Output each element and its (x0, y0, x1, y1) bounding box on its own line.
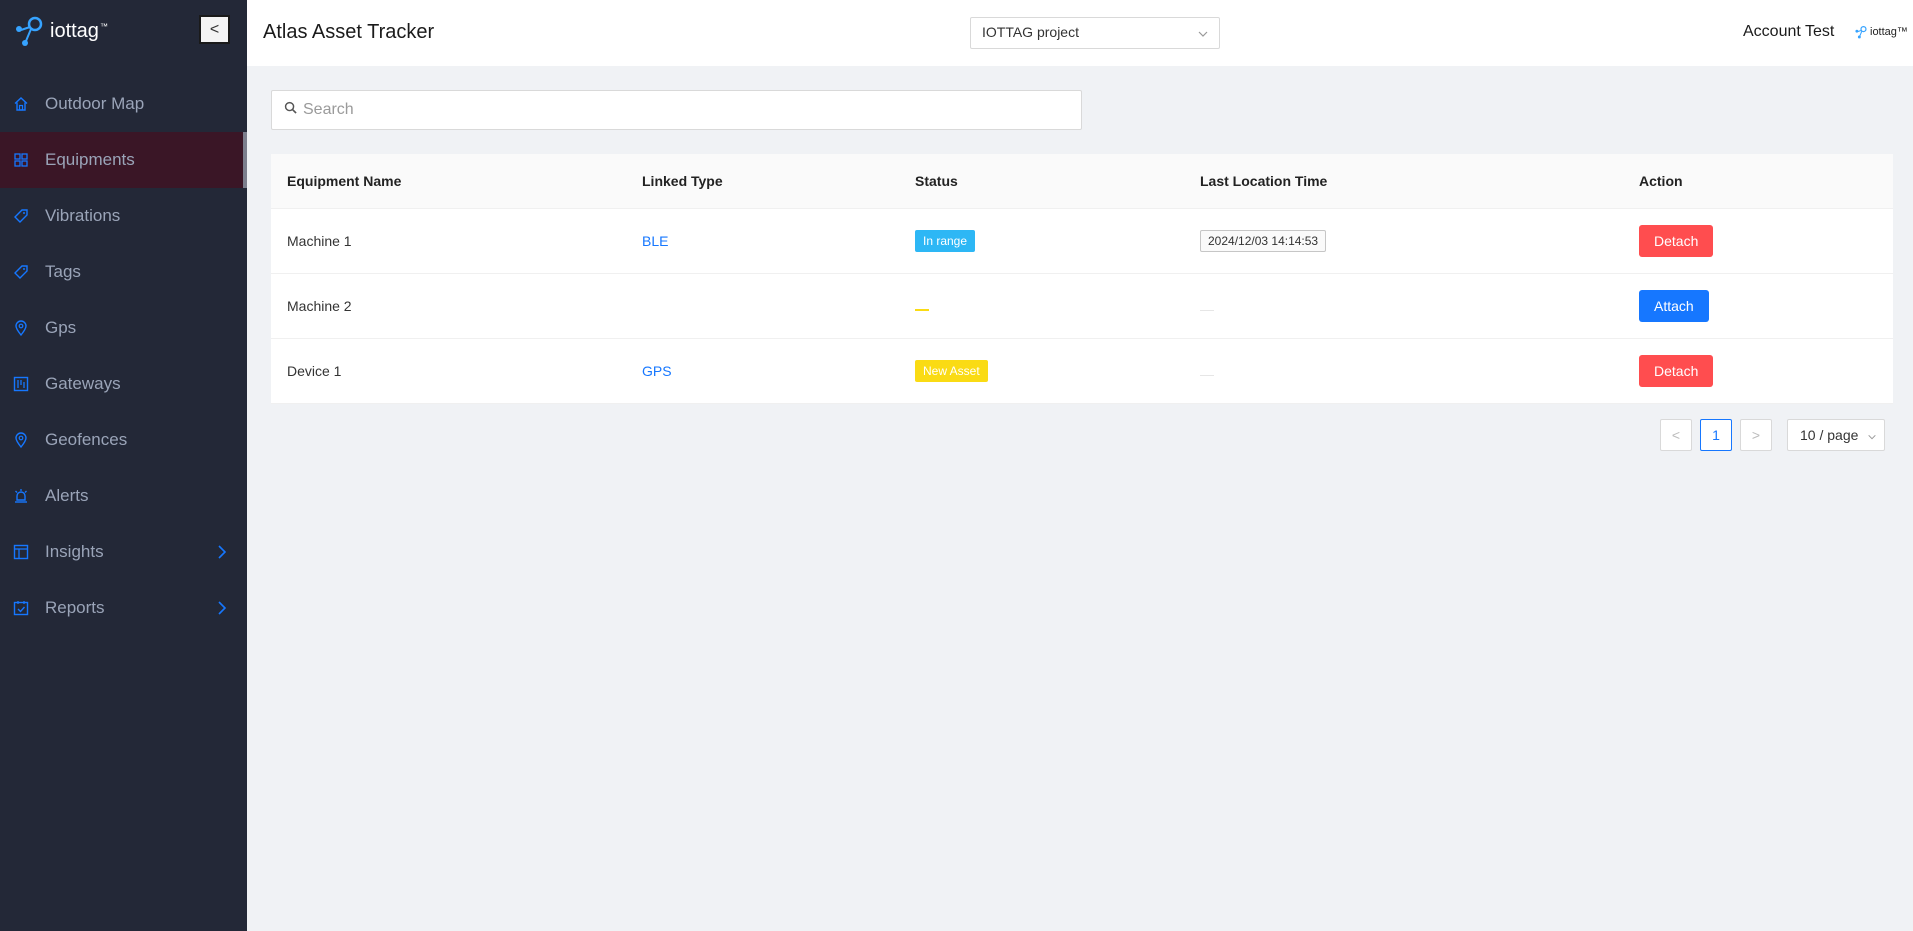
sidebar-item-geofences[interactable]: Geofences (0, 412, 247, 468)
pagination-page-1[interactable]: 1 (1700, 419, 1732, 451)
chevron-down-icon (1867, 429, 1877, 445)
sidebar-collapse-button[interactable]: < (199, 15, 230, 44)
equipment-table: Equipment Name Linked Type Status Last L… (271, 154, 1893, 404)
status-empty-marker (915, 308, 929, 311)
chevron-right-icon (217, 600, 227, 621)
search-icon (284, 101, 297, 119)
sidebar-item-label: Outdoor Map (45, 94, 145, 113)
brand-logo[interactable]: iottag™ (12, 14, 108, 48)
chevron-left-icon: < (209, 20, 220, 38)
sidebar-item-label: Gateways (45, 374, 121, 393)
table-header-row: Equipment Name Linked Type Status Last L… (271, 154, 1893, 209)
calendar-check-icon (13, 600, 29, 616)
chevron-right-icon (217, 544, 227, 565)
sidebar-item-label: Tags (45, 262, 81, 281)
top-header: Atlas Asset Tracker IOTTAG project Accou… (247, 0, 1913, 66)
sidebar-item-label: Geofences (45, 430, 128, 449)
column-header-equipment-name[interactable]: Equipment Name (271, 154, 626, 209)
last-location-time-empty (1200, 374, 1214, 376)
linked-type-link[interactable]: BLE (642, 233, 668, 249)
logo-text: iottag™ (1870, 26, 1908, 38)
status-badge: New Asset (915, 359, 988, 382)
sidebar-item-reports[interactable]: Reports (0, 580, 247, 636)
sidebar-item-label: Reports (45, 598, 105, 617)
detach-button[interactable]: Detach (1639, 224, 1714, 257)
table-row: Device 1 GPS New Asset Detach (271, 338, 1893, 404)
sidebar-item-insights[interactable]: Insights (0, 524, 247, 580)
alarm-icon (13, 488, 29, 504)
dashboard-icon (13, 544, 29, 560)
table-row: Machine 1 BLE In range 2024/12/03 14:14:… (271, 208, 1893, 274)
column-header-status[interactable]: Status (899, 154, 1184, 209)
pagination-prev-button[interactable]: < (1660, 419, 1692, 451)
last-location-time: 2024/12/03 14:14:53 (1200, 229, 1327, 252)
search-box[interactable] (271, 90, 1082, 130)
equipment-name: Device 1 (271, 338, 626, 404)
sidebar-item-label: Equipments (45, 150, 135, 169)
search-input[interactable] (303, 101, 1063, 119)
account-name[interactable]: Account Test (1743, 23, 1834, 41)
linked-type-link[interactable]: GPS (642, 363, 672, 379)
column-header-last-location-time[interactable]: Last Location Time (1184, 154, 1623, 209)
sidebar-item-label: Vibrations (45, 206, 121, 225)
sidebar-item-equipments[interactable]: Equipments (0, 132, 247, 188)
sidebar-item-gps[interactable]: Gps (0, 300, 247, 356)
sidebar-item-alerts[interactable]: Alerts (0, 468, 247, 524)
sidebar-item-label: Gps (45, 318, 77, 337)
gateway-icon (13, 376, 29, 392)
sidebar-item-tags[interactable]: Tags (0, 244, 247, 300)
brand-name: iottag™ (50, 19, 108, 42)
project-select[interactable]: IOTTAG project (970, 17, 1220, 49)
pagination-next-button[interactable]: > (1740, 419, 1772, 451)
sidebar-item-label: Insights (45, 542, 104, 561)
sidebar-item-outdoor-map[interactable]: Outdoor Map (0, 76, 247, 132)
equipment-name: Machine 1 (271, 208, 626, 274)
sidebar-item-label: Alerts (45, 486, 89, 505)
chevron-down-icon (1197, 27, 1209, 43)
grid-icon (13, 152, 29, 168)
page-size-value: 10 / page (1800, 427, 1859, 443)
tag-icon (13, 208, 29, 224)
attach-button[interactable]: Attach (1639, 289, 1709, 322)
linked-type-empty (626, 273, 899, 339)
table-row: Machine 2 Attach (271, 273, 1893, 339)
page-title: Atlas Asset Tracker (263, 21, 435, 43)
iottag-logo-icon (16, 16, 43, 46)
page-size-select[interactable]: 10 / page (1787, 419, 1885, 451)
column-header-action[interactable]: Action (1623, 154, 1893, 209)
chevron-left-icon: < (1671, 427, 1681, 443)
iottag-logo: iottag™ (1854, 25, 1908, 39)
home-icon (13, 96, 29, 112)
sidebar: iottag™ < Outdoor Map Equipments Vibrati… (0, 0, 247, 931)
project-select-value: IOTTAG project (982, 24, 1079, 40)
sidebar-nav: Outdoor Map Equipments Vibrations Tags G… (0, 76, 247, 636)
location-pin-icon (13, 432, 29, 448)
column-header-linked-type[interactable]: Linked Type (626, 154, 899, 209)
location-pin-icon (13, 320, 29, 336)
iottag-logo-icon (1855, 26, 1867, 39)
last-location-time-empty (1200, 309, 1214, 311)
status-badge: In range (915, 229, 976, 252)
sidebar-item-vibrations[interactable]: Vibrations (0, 188, 247, 244)
sidebar-item-gateways[interactable]: Gateways (0, 356, 247, 412)
chevron-right-icon: > (1751, 427, 1761, 443)
detach-button[interactable]: Detach (1639, 354, 1714, 387)
equipment-name: Machine 2 (271, 273, 626, 339)
tag-icon (13, 264, 29, 280)
